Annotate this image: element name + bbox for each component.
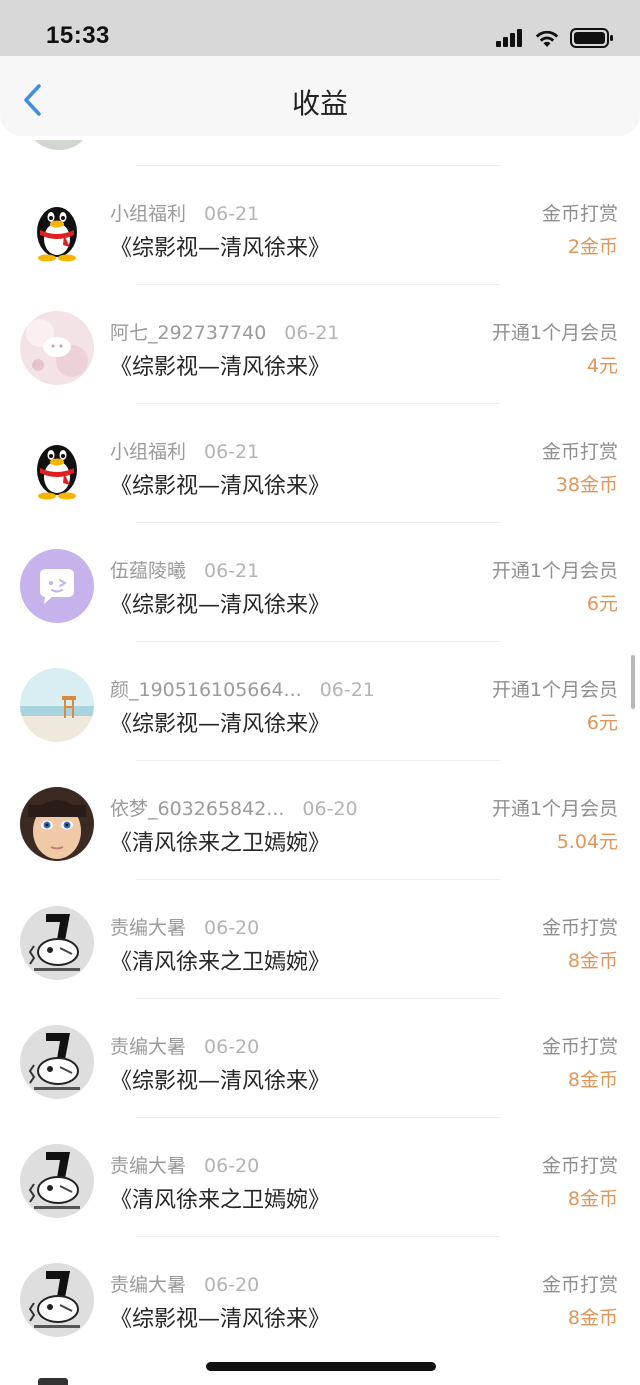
earning-row[interactable]: 伍蕴陵曦 06-21 《综影视—清风徐来》 开通1个月会员 6元 xyxy=(0,523,640,642)
earning-row[interactable]: 小组福利 06-21 《综影视—清风徐来》 金币打赏 38金币 xyxy=(0,404,640,523)
user-name: 责编大暑 06-20 xyxy=(110,1274,260,1296)
penguin-avatar xyxy=(20,192,94,266)
wifi-icon xyxy=(535,30,559,47)
user-name: 阿七_292737740 06-21 xyxy=(110,322,340,344)
earning-row[interactable]: 责编大暑 06-20 《清风徐来之卫嫣婉》 金币打赏 8金币 xyxy=(0,1118,640,1237)
nav-bar: 收益 xyxy=(0,56,640,136)
scroll-indicator[interactable] xyxy=(631,655,635,709)
earning-row[interactable]: 责编大暑 06-20 《清风徐来之卫嫣婉》 金币打赏 8金币 xyxy=(0,880,640,999)
earning-amount: 2金币 xyxy=(567,236,618,258)
earning-row[interactable]: 小组福利 06-21 《综影视—清风徐来》 金币打赏 2金币 xyxy=(0,166,640,285)
record-date: 06-20 xyxy=(204,1274,260,1296)
battery-icon xyxy=(570,28,613,48)
earning-row[interactable]: 依梦_603265842... 06-20 《清风徐来之卫嫣婉》 开通1个月会员 … xyxy=(0,761,640,880)
pink-cat-avatar xyxy=(20,311,94,385)
record-date: 06-20 xyxy=(204,1036,260,1058)
user-name: 小组福利 06-21 xyxy=(110,441,260,463)
book-title: 《综影视—清风徐来》 xyxy=(110,593,331,618)
earning-amount: 5.04元 xyxy=(556,831,618,853)
earning-type: 金币打赏 xyxy=(541,1155,618,1177)
user-name: 颜_190516105664... 06-21 xyxy=(110,679,375,701)
earning-row[interactable]: 阿七_292737740 06-21 《综影视—清风徐来》 开通1个月会员 4元 xyxy=(0,285,640,404)
record-date: 06-21 xyxy=(204,441,260,463)
earning-type: 金币打赏 xyxy=(541,1036,618,1058)
partial-avatar xyxy=(24,140,94,150)
earning-amount: 6元 xyxy=(586,712,618,734)
earning-row[interactable]: 责编大暑 06-20 《综影视—清风徐来》 金币打赏 8金币 xyxy=(0,999,640,1118)
earning-amount: 6元 xyxy=(586,593,618,615)
book-title: 《清风徐来之卫嫣婉》 xyxy=(110,950,331,975)
purple-chat-avatar xyxy=(20,549,94,623)
signal-icon xyxy=(496,29,522,47)
phone-screen: 15:33 收益 小组福利 06-21 《综影视—清风徐来》 金币打赏 2金币 … xyxy=(0,0,640,1385)
earning-type: 金币打赏 xyxy=(541,203,618,225)
earning-amount: 38金币 xyxy=(555,474,618,496)
user-name: 责编大暑 06-20 xyxy=(110,917,260,939)
record-date: 06-20 xyxy=(302,798,358,820)
user-name: 小组福利 06-21 xyxy=(110,203,260,225)
earning-type: 开通1个月会员 xyxy=(491,798,618,820)
earning-type: 开通1个月会员 xyxy=(491,560,618,582)
record-date: 06-21 xyxy=(204,560,260,582)
book-title: 《综影视—清风徐来》 xyxy=(110,1069,331,1094)
earning-type: 开通1个月会员 xyxy=(491,322,618,344)
chainsaw-avatar xyxy=(20,1025,94,1099)
chainsaw-avatar xyxy=(20,1263,94,1337)
face-avatar xyxy=(20,787,94,861)
earning-row[interactable]: 责编大暑 06-20 《综影视—清风徐来》 金币打赏 8金币 xyxy=(0,1237,640,1356)
earning-amount: 8金币 xyxy=(567,1188,618,1210)
earning-type: 金币打赏 xyxy=(541,1274,618,1296)
earning-amount: 8金币 xyxy=(567,1307,618,1329)
earnings-list[interactable]: 小组福利 06-21 《综影视—清风徐来》 金币打赏 2金币 阿七_2927377… xyxy=(0,140,640,1385)
book-title: 《综影视—清风徐来》 xyxy=(110,355,331,380)
chainsaw-avatar xyxy=(20,906,94,980)
record-date: 06-21 xyxy=(319,679,375,701)
record-date: 06-21 xyxy=(204,203,260,225)
user-name: 责编大暑 06-20 xyxy=(110,1036,260,1058)
next-avatar-peek xyxy=(38,1378,68,1385)
book-title: 《清风徐来之卫嫣婉》 xyxy=(110,1188,331,1213)
record-date: 06-20 xyxy=(204,1155,260,1177)
book-title: 《清风徐来之卫嫣婉》 xyxy=(110,831,331,856)
status-time: 15:33 xyxy=(46,22,110,49)
earning-type: 金币打赏 xyxy=(541,917,618,939)
earning-type: 金币打赏 xyxy=(541,441,618,463)
record-date: 06-20 xyxy=(204,917,260,939)
home-indicator[interactable] xyxy=(206,1362,436,1371)
earning-amount: 4元 xyxy=(586,355,618,377)
book-title: 《综影视—清风徐来》 xyxy=(110,712,331,737)
chainsaw-avatar xyxy=(20,1144,94,1218)
beach-avatar xyxy=(20,668,94,742)
penguin-avatar xyxy=(20,430,94,504)
book-title: 《综影视—清风徐来》 xyxy=(110,236,331,261)
status-icons xyxy=(496,26,614,50)
earning-amount: 8金币 xyxy=(567,1069,618,1091)
user-name: 伍蕴陵曦 06-21 xyxy=(110,560,260,582)
book-title: 《综影视—清风徐来》 xyxy=(110,474,331,499)
user-name: 依梦_603265842... 06-20 xyxy=(110,798,358,820)
earning-type: 开通1个月会员 xyxy=(491,679,618,701)
earning-amount: 8金币 xyxy=(567,950,618,972)
page-title: 收益 xyxy=(291,87,348,120)
user-name: 责编大暑 06-20 xyxy=(110,1155,260,1177)
record-date: 06-21 xyxy=(284,322,340,344)
earning-row[interactable]: 颜_190516105664... 06-21 《综影视—清风徐来》 开通1个月会… xyxy=(0,642,640,761)
book-title: 《综影视—清风徐来》 xyxy=(110,1307,331,1332)
status-bar: 15:33 xyxy=(0,0,640,56)
